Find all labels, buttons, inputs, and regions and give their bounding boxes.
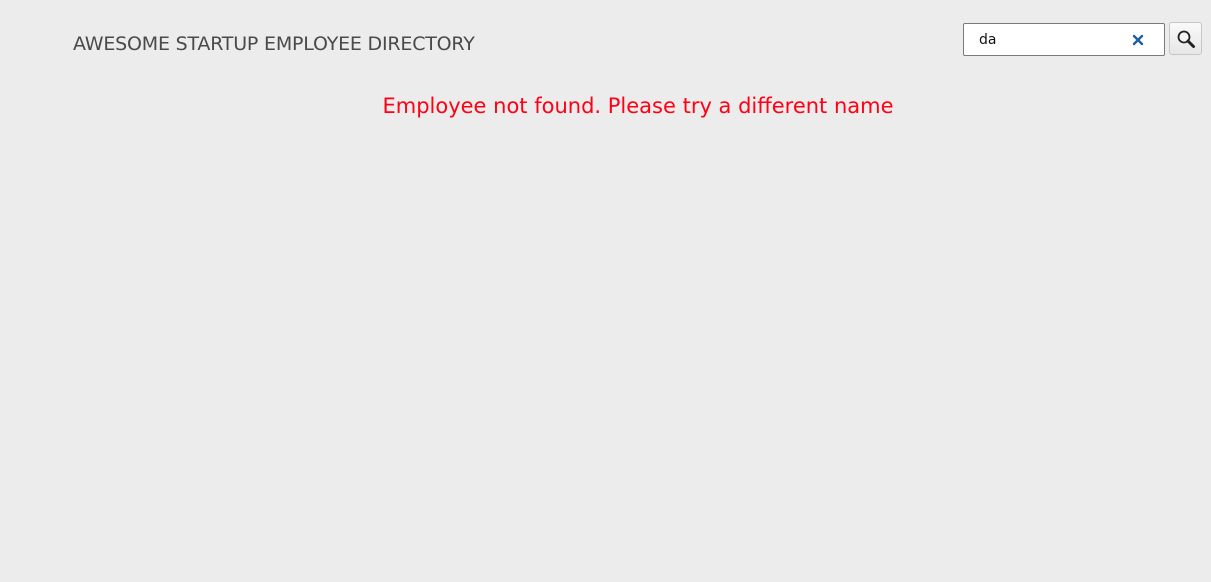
search-input[interactable] [964,24,1124,55]
search-box[interactable] [963,23,1165,56]
close-icon[interactable] [1130,32,1146,48]
search-button[interactable] [1169,22,1202,55]
page-title: AWESOME STARTUP EMPLOYEE DIRECTORY [73,33,475,55]
not-found-message: Employee not found. Please try a differe… [382,94,894,118]
